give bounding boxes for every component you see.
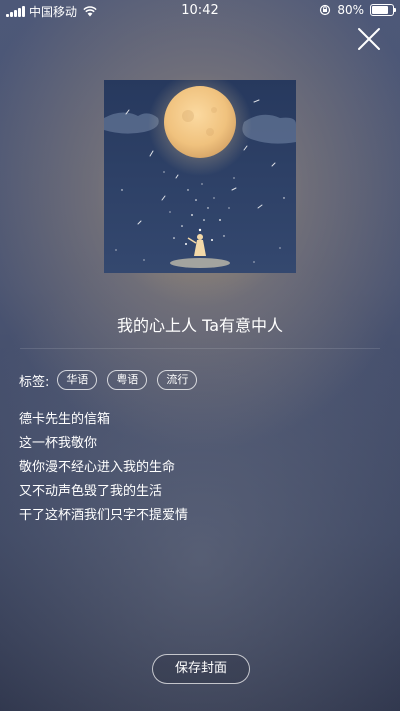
divider — [20, 348, 380, 349]
tags-row: 标签: 华语 粤语 流行 — [19, 370, 207, 390]
battery-percent: 80% — [337, 3, 364, 17]
battery-icon — [370, 4, 396, 16]
rotation-lock-icon — [320, 4, 331, 16]
lyric-line: 干了这杯酒我们只字不提爱情 — [19, 508, 189, 523]
battery-fill — [372, 6, 388, 14]
lyric-line: 这一杯我敬你 — [19, 436, 98, 451]
song-title: 我的心上人 Ta有意中人 — [116, 316, 284, 335]
status-right: 80% — [319, 3, 396, 17]
lyric-line: 敬你漫不经心进入我的生命 — [19, 460, 176, 475]
cover-artwork — [104, 80, 296, 273]
album-cover — [104, 80, 296, 273]
tag-chip[interactable]: 华语 — [57, 370, 98, 390]
tags-label: 标签: — [19, 374, 50, 390]
status-bar: 中国移动 10:42 80% — [0, 0, 400, 22]
close-icon[interactable] — [356, 26, 382, 52]
lyric-line: 又不动声色毁了我的生活 — [19, 484, 163, 499]
save-cover-button[interactable]: 保存封面 — [152, 654, 250, 684]
lyrics-block: 德卡先生的信箱 这一杯我敬你 敬你漫不经心进入我的生命 又不动声色毁了我的生活 … — [19, 408, 188, 528]
tag-chip[interactable]: 流行 — [157, 370, 198, 390]
tag-chip[interactable]: 粤语 — [107, 370, 148, 390]
lyric-line: 德卡先生的信箱 — [19, 412, 111, 427]
